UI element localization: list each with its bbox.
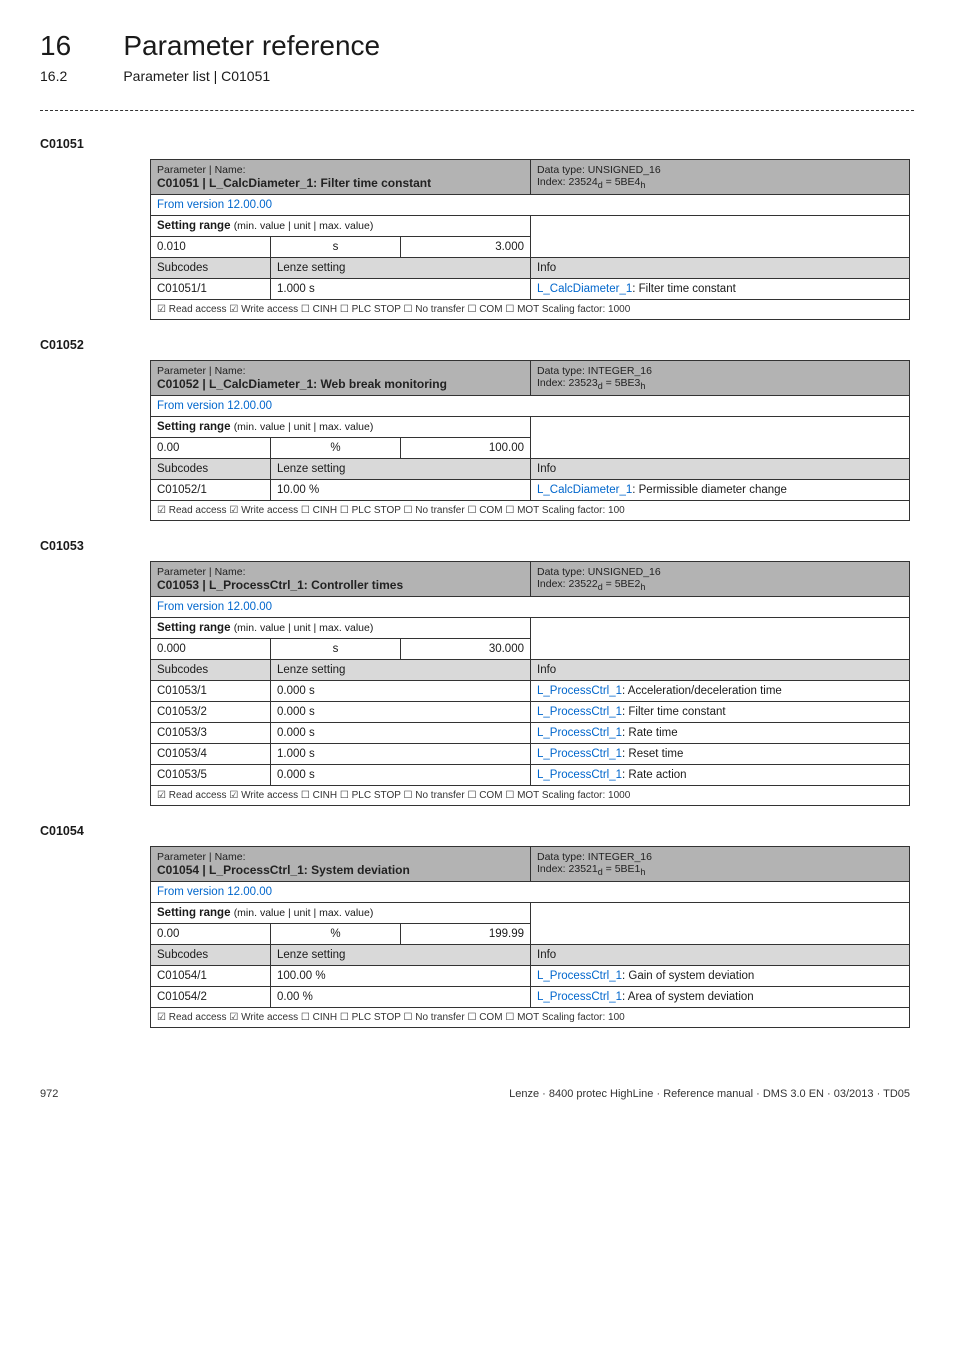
info-link[interactable]: L_ProcessCtrl_1 (537, 748, 622, 760)
info-link[interactable]: L_CalcDiameter_1 (537, 283, 632, 295)
page-header: 16 Parameter reference 16.2 Parameter li… (40, 30, 914, 84)
section-number: 16.2 (40, 62, 120, 84)
info-header: Info (531, 945, 910, 966)
data-type: Data type: UNSIGNED_16 (537, 164, 661, 176)
index-value: Index: 23522d = 5BE2h (537, 578, 645, 590)
max-value: 100.00 (401, 438, 531, 459)
footer-text: Lenze · 8400 protec HighLine · Reference… (509, 1088, 910, 1100)
table-row: C01053/1 0.000 s L_ProcessCtrl_1: Accele… (151, 681, 910, 702)
param-anchor: C01052 (40, 338, 914, 352)
max-value: 3.000 (401, 237, 531, 258)
access-footer: ☑ Read access ☑ Write access ☐ CINH ☐ PL… (157, 505, 625, 516)
param-header-label: Parameter | Name: (157, 365, 246, 377)
info-link[interactable]: L_ProcessCtrl_1 (537, 991, 622, 1003)
info-header: Info (531, 660, 910, 681)
data-type: Data type: UNSIGNED_16 (537, 566, 661, 578)
data-type: Data type: INTEGER_16 (537, 365, 652, 377)
section-title: Parameter list | C01051 (123, 62, 270, 84)
param-name: C01051 | L_CalcDiameter_1: Filter time c… (157, 176, 431, 190)
unit-value: % (271, 438, 401, 459)
data-type: Data type: INTEGER_16 (537, 851, 652, 863)
info-link[interactable]: L_ProcessCtrl_1 (537, 685, 622, 697)
lenze-setting-header: Lenze setting (271, 258, 531, 279)
page-footer: 972 Lenze · 8400 protec HighLine · Refer… (40, 1088, 910, 1100)
index-value: Index: 23521d = 5BE1h (537, 863, 645, 875)
info-header: Info (531, 459, 910, 480)
unit-value: s (271, 639, 401, 660)
table-row: C01053/5 0.000 s L_ProcessCtrl_1: Rate a… (151, 765, 910, 786)
min-value: 0.010 (151, 237, 271, 258)
version-link[interactable]: From version 12.00.00 (157, 601, 272, 613)
table-row: C01051/1 1.000 s L_CalcDiameter_1: Filte… (151, 279, 910, 300)
index-value: Index: 23524d = 5BE4h (537, 176, 645, 188)
table-row: C01054/1 100.00 % L_ProcessCtrl_1: Gain … (151, 966, 910, 987)
subcodes-header: Subcodes (151, 660, 271, 681)
setting-range-label: Setting range (157, 622, 234, 634)
param-table-c01054: Parameter | Name: C01054 | L_ProcessCtrl… (150, 846, 910, 1028)
table-row: C01053/2 0.000 s L_ProcessCtrl_1: Filter… (151, 702, 910, 723)
min-value: 0.000 (151, 639, 271, 660)
param-header-label: Parameter | Name: (157, 566, 246, 578)
min-value: 0.00 (151, 438, 271, 459)
unit-value: % (271, 924, 401, 945)
table-row: C01054/2 0.00 % L_ProcessCtrl_1: Area of… (151, 987, 910, 1008)
table-row: C01053/3 0.000 s L_ProcessCtrl_1: Rate t… (151, 723, 910, 744)
version-link[interactable]: From version 12.00.00 (157, 886, 272, 898)
min-value: 0.00 (151, 924, 271, 945)
param-table-c01052: Parameter | Name: C01052 | L_CalcDiamete… (150, 360, 910, 521)
access-footer: ☑ Read access ☑ Write access ☐ CINH ☐ PL… (157, 304, 630, 315)
max-value: 199.99 (401, 924, 531, 945)
access-footer: ☑ Read access ☑ Write access ☐ CINH ☐ PL… (157, 790, 630, 801)
param-table-c01053: Parameter | Name: C01053 | L_ProcessCtrl… (150, 561, 910, 806)
chapter-number: 16 (40, 30, 120, 62)
setting-range-label: Setting range (157, 907, 234, 919)
info-link[interactable]: L_ProcessCtrl_1 (537, 970, 622, 982)
lenze-setting-header: Lenze setting (271, 945, 531, 966)
param-anchor: C01051 (40, 137, 914, 151)
info-header: Info (531, 258, 910, 279)
unit-value: s (271, 237, 401, 258)
subcodes-header: Subcodes (151, 945, 271, 966)
setting-range-label: Setting range (157, 421, 234, 433)
table-row: C01053/4 1.000 s L_ProcessCtrl_1: Reset … (151, 744, 910, 765)
param-anchor: C01053 (40, 539, 914, 553)
divider (40, 110, 914, 111)
max-value: 30.000 (401, 639, 531, 660)
lenze-setting-header: Lenze setting (271, 660, 531, 681)
table-row: C01052/1 10.00 % L_CalcDiameter_1: Permi… (151, 480, 910, 501)
info-link[interactable]: L_ProcessCtrl_1 (537, 706, 622, 718)
version-link[interactable]: From version 12.00.00 (157, 199, 272, 211)
param-name: C01052 | L_CalcDiameter_1: Web break mon… (157, 377, 447, 391)
access-footer: ☑ Read access ☑ Write access ☐ CINH ☐ PL… (157, 1012, 625, 1023)
subcodes-header: Subcodes (151, 258, 271, 279)
param-header-label: Parameter | Name: (157, 164, 246, 176)
chapter-title: Parameter reference (123, 30, 380, 62)
index-value: Index: 23523d = 5BE3h (537, 377, 645, 389)
param-table-c01051: Parameter | Name: C01051 | L_CalcDiamete… (150, 159, 910, 320)
subcodes-header: Subcodes (151, 459, 271, 480)
version-link[interactable]: From version 12.00.00 (157, 400, 272, 412)
info-link[interactable]: L_CalcDiameter_1 (537, 484, 632, 496)
param-name: C01054 | L_ProcessCtrl_1: System deviati… (157, 863, 410, 877)
param-header-label: Parameter | Name: (157, 851, 246, 863)
param-name: C01053 | L_ProcessCtrl_1: Controller tim… (157, 578, 403, 592)
info-link[interactable]: L_ProcessCtrl_1 (537, 769, 622, 781)
setting-range-label: Setting range (157, 220, 234, 232)
param-anchor: C01054 (40, 824, 914, 838)
page-number: 972 (40, 1088, 58, 1100)
info-link[interactable]: L_ProcessCtrl_1 (537, 727, 622, 739)
lenze-setting-header: Lenze setting (271, 459, 531, 480)
